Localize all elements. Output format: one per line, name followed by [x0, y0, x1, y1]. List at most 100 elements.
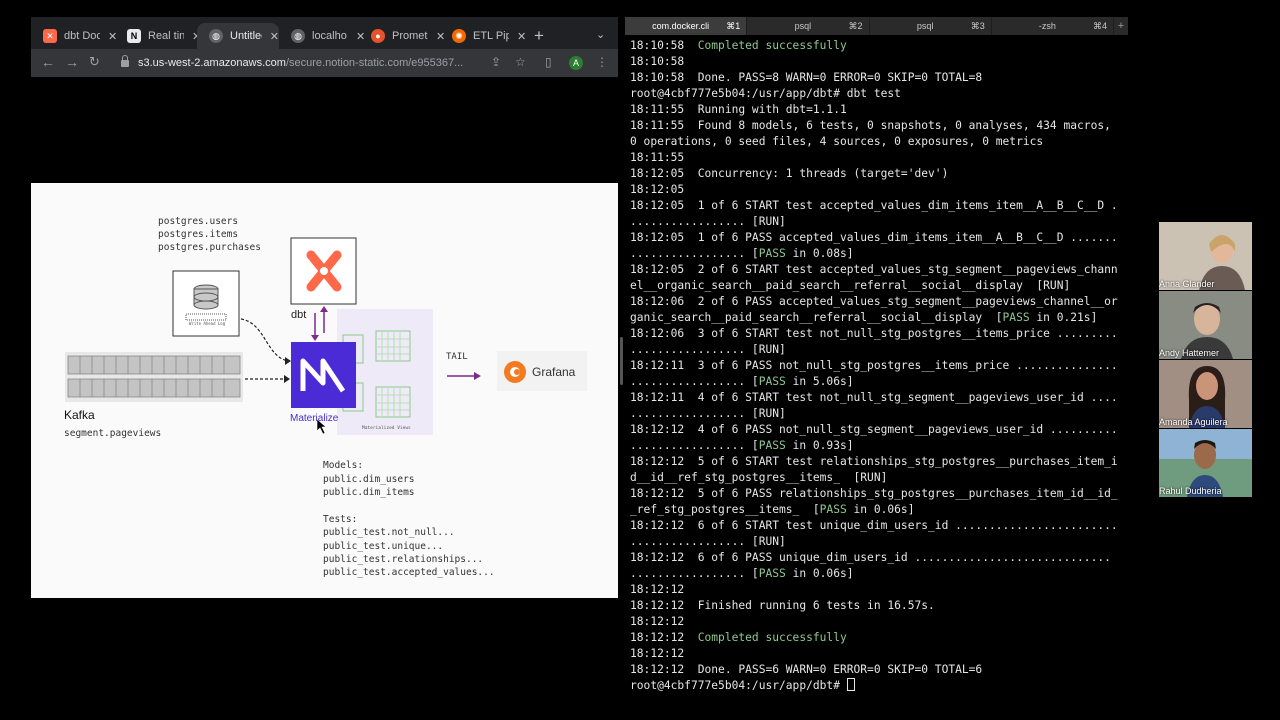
terminal-timestamp: 18:12:12: [630, 423, 685, 436]
terminal-line: ganic_search__paid_search__referral__soc…: [630, 310, 1128, 326]
terminal-text: 6 of 6 START test unique_dim_users_id ..…: [697, 519, 1118, 532]
terminal-text: Completed successfully: [697, 39, 847, 52]
terminal-timestamp: 18:12:05: [630, 263, 685, 276]
terminal-text: ................. [RUN]: [630, 343, 786, 356]
globe-icon: ◍: [291, 29, 305, 43]
terminal-timestamp: 18:12:12: [630, 551, 685, 564]
terminal-text: Finished running 6 tests in 16.57s.: [697, 599, 935, 612]
terminal-line: _ref_stg_postgres__items_ [PASS in 0.06s…: [630, 502, 1128, 518]
terminal-text: ................. [: [630, 567, 759, 580]
terminal-line: root@4cbf777e5b04:/usr/app/dbt#: [630, 678, 1128, 694]
chevron-down-icon[interactable]: ⌄: [596, 28, 605, 41]
participant-name: Andy Hattemer: [1159, 348, 1220, 358]
terminal-text: Found 8 models, 6 tests, 0 snapshots, 0 …: [697, 119, 1111, 132]
terminal-output[interactable]: 18:10:58 Completed successfully 18:10:58 …: [630, 38, 1128, 694]
terminal-timestamp: 18:12:11: [630, 359, 685, 372]
participant-video-tile[interactable]: Amanda Aguilera: [1159, 360, 1252, 428]
terminal-timestamp: 18:10:58: [630, 39, 685, 52]
terminal-line: 18:12:12: [630, 646, 1128, 662]
terminal-line: 18:12:06 2 of 6 PASS accepted_values_stg…: [630, 294, 1128, 310]
terminal-text: ................. [: [630, 439, 759, 452]
terminal-line: 18:12:12 Done. PASS=6 WARN=0 ERROR=0 SKI…: [630, 662, 1128, 678]
terminal-text: el__organic_search__paid_search__referra…: [630, 279, 1071, 292]
share-icon[interactable]: ⇪: [491, 55, 501, 69]
terminal-line: ................. [RUN]: [630, 406, 1128, 422]
participant-video-tile[interactable]: Anna Glander: [1159, 222, 1252, 290]
terminal-text: 3 of 6 START test not_null_stg_postgres_…: [697, 327, 1118, 340]
kafka-topic-label: segment.pageviews: [64, 428, 162, 439]
terminal-tab[interactable]: psql ⌘2: [747, 17, 870, 35]
browser-tab[interactable]: ◍ localho ✕: [279, 23, 365, 49]
test-item: public_test.relationships...: [323, 554, 484, 565]
terminal-timestamp: 18:12:11: [630, 391, 685, 404]
terminal-timestamp: 18:10:58: [630, 71, 685, 84]
terminal-text: in 0.21s]: [1029, 311, 1098, 324]
terminal-line: ................. [RUN]: [630, 534, 1128, 550]
terminal-line: 18:12:12 6 of 6 START test unique_dim_us…: [630, 518, 1128, 534]
terminal-line: d__id__ref_stg_postgres__items_ [RUN]: [630, 470, 1128, 486]
terminal-tab[interactable]: psql ⌘3: [870, 17, 992, 35]
terminal-line: 18:10:58: [630, 54, 1128, 70]
terminal-text: 3 of 6 PASS not_null_stg_postgres__items…: [697, 359, 1118, 372]
terminal-tab-shortcut: ⌘3: [970, 20, 985, 31]
wal-label: Write Ahead Log: [189, 321, 226, 326]
terminal-timestamp: 18:11:55: [630, 103, 685, 116]
forward-icon[interactable]: →: [65, 54, 79, 70]
terminal-tab-label: psql: [916, 21, 934, 31]
terminal-tab[interactable]: com.docker.cli ⌘1: [625, 17, 748, 35]
browser-tab-active[interactable]: ◍ Untitlec ✕: [197, 23, 279, 49]
terminal-line: 18:12:12: [630, 582, 1128, 598]
pass-status: PASS: [758, 567, 786, 580]
terminal-timestamp: 18:11:55: [630, 119, 685, 132]
bookmark-star-icon[interactable]: ☆: [515, 55, 526, 69]
browser-tab-strip: ✕ dbt Doc ✕ N Real tin ✕ ◍ Untitlec ✕ ◍ …: [31, 17, 618, 53]
terminal-line: ................. [PASS in 5.06s]: [630, 374, 1128, 390]
terminal-text: 0 operations, 0 seed files, 4 sources, 0…: [630, 135, 1044, 148]
new-tab-icon[interactable]: +: [534, 26, 544, 46]
browser-tab[interactable]: ✺ ETL Pip ✕: [440, 23, 526, 49]
terminal-timestamp: 18:12:12: [630, 647, 685, 660]
browser-tab[interactable]: ● Promet ✕: [359, 23, 445, 49]
new-terminal-tab-icon[interactable]: +: [1114, 17, 1128, 35]
terminal-text: in 0.06s]: [785, 567, 854, 580]
url-text[interactable]: s3.us-west-2.amazonaws.com/secure.notion…: [138, 57, 483, 69]
reload-icon[interactable]: ↻: [89, 54, 100, 70]
browser-tab[interactable]: N Real tin ✕: [115, 23, 201, 49]
tab-title: dbt Doc: [64, 30, 100, 42]
terminal-timestamp: 18:12:12: [630, 455, 685, 468]
kebab-menu-icon[interactable]: ⋮: [596, 55, 608, 69]
terminal-tab-shortcut: ⌘4: [1092, 20, 1107, 31]
terminal-text: 5 of 6 START test relationships_stg_post…: [697, 455, 1118, 468]
terminal-timestamp: 18:12:12: [630, 583, 685, 596]
terminal-line: 18:12:12: [630, 614, 1128, 630]
postgres-table-label: postgres.items: [158, 229, 239, 240]
participant-video-tile[interactable]: Rahul Dudheria: [1159, 429, 1252, 497]
dbt-icon: ✕: [43, 29, 57, 43]
pass-status: PASS: [758, 375, 786, 388]
grafana-label: Grafana: [532, 365, 576, 379]
terminal-tab[interactable]: -zsh ⌘4: [992, 17, 1114, 35]
postgres-table-label: postgres.users: [158, 216, 239, 227]
terminal-line: ................. [RUN]: [630, 214, 1128, 230]
browser-tab[interactable]: ✕ dbt Doc ✕: [31, 23, 117, 49]
terminal-line: 18:12:06 3 of 6 START test not_null_stg_…: [630, 326, 1128, 342]
kafka-label: Kafka: [64, 408, 95, 422]
close-tab-icon[interactable]: ✕: [270, 30, 279, 43]
participant-name: Rahul Dudheria: [1159, 486, 1222, 496]
terminal-text: d__id__ref_stg_postgres__items_ [RUN]: [630, 471, 888, 484]
terminal-line: 0 operations, 0 seed files, 4 sources, 0…: [630, 134, 1128, 150]
terminal-line: 18:12:05: [630, 182, 1128, 198]
side-panel-icon[interactable]: ▯: [545, 55, 552, 69]
terminal-text: ................. [RUN]: [630, 535, 786, 548]
terminal-text: Completed successfully: [697, 631, 847, 644]
profile-avatar[interactable]: A: [569, 56, 583, 70]
participant-video-tile[interactable]: Andy Hattemer: [1159, 291, 1252, 359]
close-tab-icon[interactable]: ✕: [517, 30, 526, 43]
terminal-tab-label: com.docker.cli: [652, 21, 710, 31]
back-icon[interactable]: ←: [41, 54, 55, 70]
terminal-line: ................. [PASS in 0.93s]: [630, 438, 1128, 454]
pane-resize-handle[interactable]: [620, 337, 623, 385]
terminal-text: in 0.08s]: [785, 247, 854, 260]
models-header: Models:: [323, 460, 364, 471]
terminal-text: _ref_stg_postgres__items_ [: [630, 503, 820, 516]
